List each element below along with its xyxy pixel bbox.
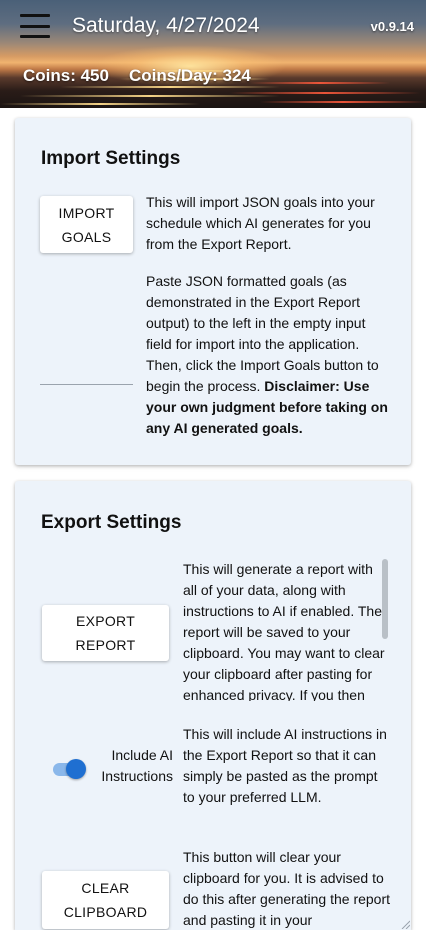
include-ai-instructions-toggle[interactable] <box>52 758 86 780</box>
import-instructions-text: Paste JSON formatted goals (as demonstra… <box>146 273 379 394</box>
import-goals-label-1: IMPORT <box>58 204 115 221</box>
import-settings-title: Import Settings <box>41 148 181 169</box>
ai-instructions-description: This will include AI instructions in the… <box>183 726 387 805</box>
current-date: Saturday, 4/27/2024 <box>72 14 260 37</box>
export-description-scroll[interactable]: This will generate a report with all of … <box>183 559 387 701</box>
clear-clipboard-label-1: CLEAR <box>81 880 130 896</box>
import-instructions: Paste JSON formatted goals (as demonstra… <box>146 271 391 439</box>
import-goals-label-2: GOALS <box>61 228 112 245</box>
import-goals-button[interactable]: IMPORT GOALS <box>40 196 133 253</box>
menu-icon[interactable] <box>20 14 50 38</box>
export-report-button[interactable]: EXPORT REPORT <box>42 605 169 661</box>
export-description-scrollbar[interactable] <box>382 559 388 639</box>
export-settings-card: Export Settings EXPORT REPORT This will … <box>15 481 411 930</box>
coins-per-day: Coins/Day: 324 <box>128 66 251 85</box>
header-banner: Saturday, 4/27/2024 v0.9.14 Coins: 450 Co… <box>0 0 426 108</box>
clear-clipboard-description: This button will clear your clipboard fo… <box>183 849 391 928</box>
export-report-label-2: REPORT <box>75 637 136 653</box>
include-ai-instructions-label: Include AI Instructions <box>101 747 173 784</box>
coins-count: Coins: 450 <box>23 66 109 85</box>
clear-clipboard-label-2: CLIPBOARD <box>63 904 148 920</box>
export-description: This will generate a report with all of … <box>183 561 385 701</box>
import-description: This will import JSON goals into your sc… <box>146 194 375 252</box>
resize-grip-icon[interactable] <box>400 919 410 929</box>
app-version: v0.9.14 <box>370 19 414 34</box>
import-settings-card: Import Settings IMPORT GOALS This will i… <box>15 118 411 465</box>
export-settings-title: Export Settings <box>41 512 182 533</box>
json-goals-input[interactable] <box>40 384 133 385</box>
coin-stats: Coins: 450 Coins/Day: 324 <box>23 66 251 86</box>
toggle-knob <box>66 759 86 779</box>
clear-clipboard-button[interactable]: CLEAR CLIPBOARD <box>42 871 169 929</box>
export-report-label-1: EXPORT <box>75 613 136 629</box>
